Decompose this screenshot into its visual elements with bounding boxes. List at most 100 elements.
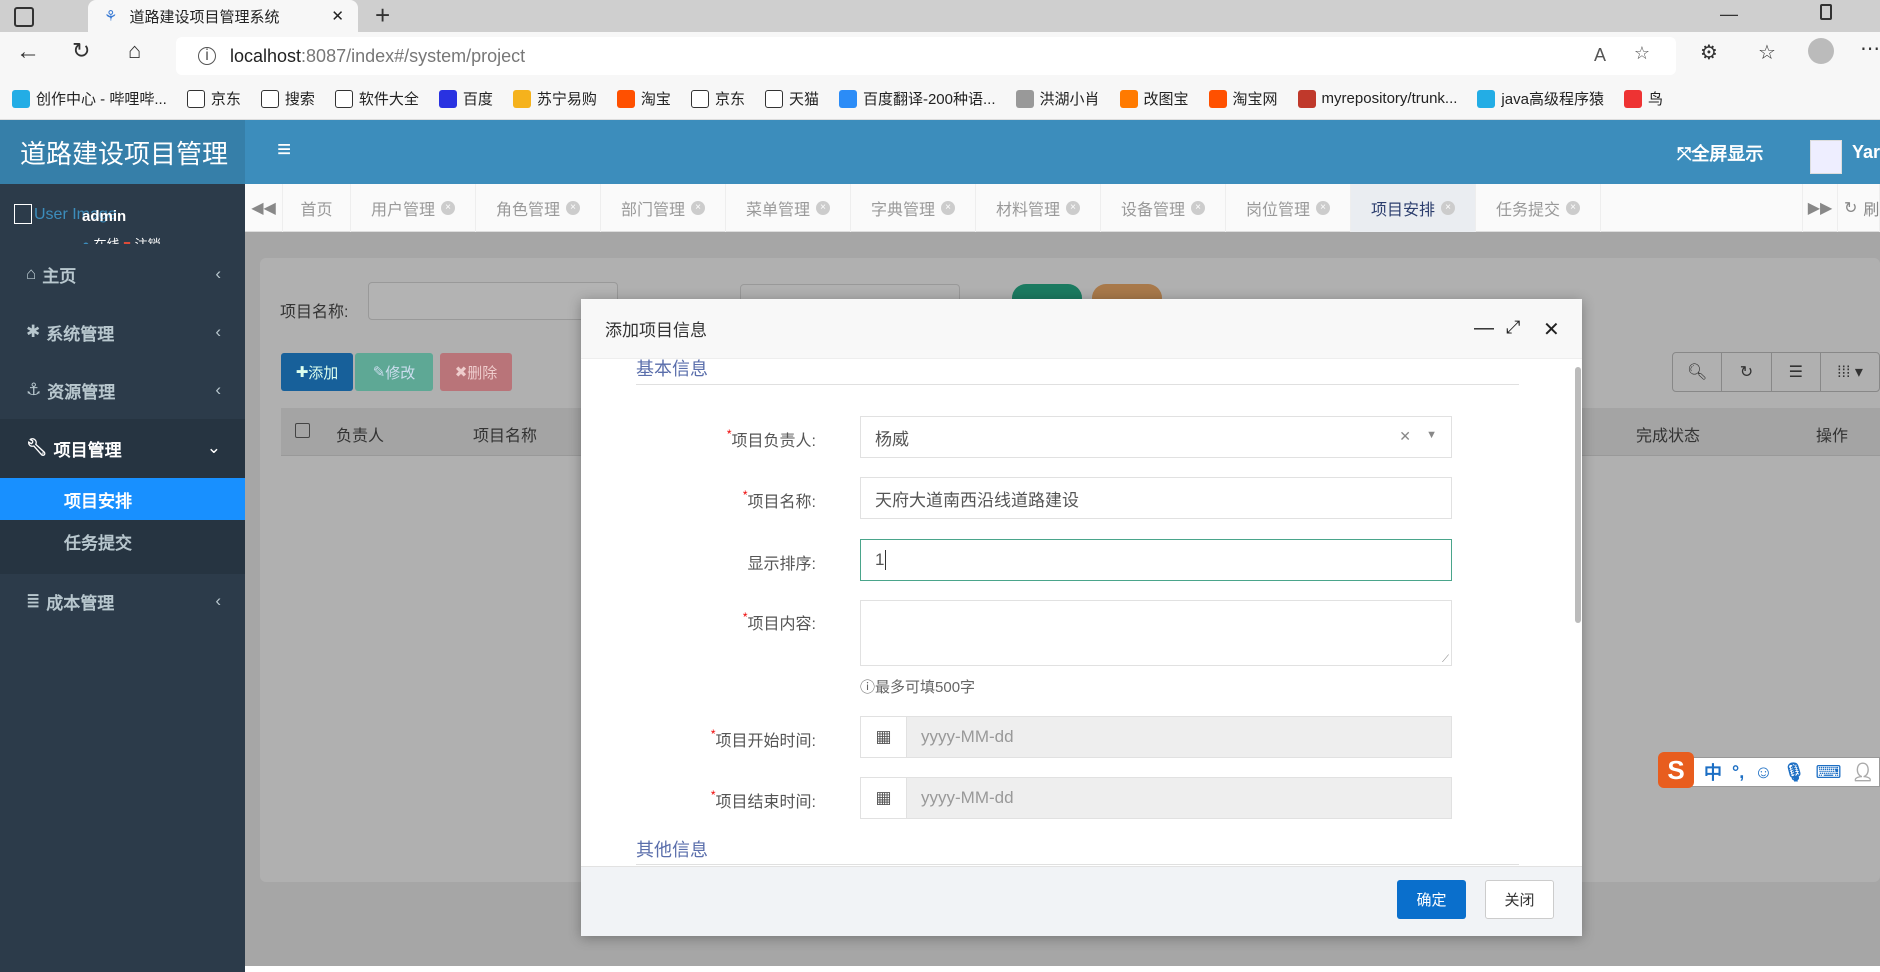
clear-icon[interactable]: ✕ xyxy=(1399,428,1411,445)
back-icon[interactable]: ← xyxy=(16,38,40,66)
info-icon[interactable]: i xyxy=(198,47,216,65)
content-textarea[interactable]: ⟋ xyxy=(860,600,1452,666)
sidebar-item-projects[interactable]: 🔧︎ 项目管理 ⌄ xyxy=(0,419,245,477)
tab-actions-icon[interactable] xyxy=(14,7,34,27)
extensions-icon[interactable]: ⚙ xyxy=(1700,40,1718,65)
browser-tab[interactable]: ⚘ 道路建设项目管理系统 ✕ xyxy=(88,0,358,32)
toggle-view-icon[interactable]: ☰ xyxy=(1772,353,1821,391)
bookmark-item[interactable]: 鸟 xyxy=(1623,88,1663,109)
page-tab[interactable]: 任务提交 × xyxy=(1476,184,1601,232)
tabs-prev-icon[interactable]: ◀◀ xyxy=(245,184,283,232)
app-logo[interactable]: 道路建设项目管理 xyxy=(0,120,245,184)
user-name-short[interactable]: Yar xyxy=(1852,142,1880,163)
bookmark-item[interactable]: 百度翻译-200种语... xyxy=(838,88,996,109)
bookmark-item[interactable]: 改图宝 xyxy=(1119,88,1189,109)
tabs-next-icon[interactable]: ▶▶ xyxy=(1802,184,1838,232)
page-tab[interactable]: 设备管理 × xyxy=(1101,184,1226,232)
delete-button[interactable]: ✖ 删除 xyxy=(440,353,512,391)
bookmark-item[interactable]: 京东 xyxy=(690,88,745,109)
restore-icon[interactable] xyxy=(1820,4,1832,20)
fullscreen-button[interactable]: ⤧全屏显示 xyxy=(1677,140,1763,166)
page-tab[interactable]: 岗位管理 × xyxy=(1226,184,1351,232)
close-tab-icon[interactable]: ✕ xyxy=(331,7,344,25)
columns-icon[interactable]: ⁞⁞⁞ ▾ xyxy=(1821,353,1879,391)
emoji-icon[interactable]: ☺ xyxy=(1754,762,1772,783)
bookmark-item[interactable]: 天猫 xyxy=(764,88,819,109)
bookmark-item[interactable]: myrepository/trunk... xyxy=(1297,89,1457,108)
name-input[interactable]: 天府大道南西沿线道路建设 xyxy=(860,477,1452,519)
confirm-button[interactable]: 确定 xyxy=(1397,880,1466,919)
sidebar-subitem-task-submit[interactable]: 任务提交 xyxy=(0,520,245,562)
page-tab[interactable]: 字典管理 × xyxy=(851,184,976,232)
read-aloud-icon[interactable]: A xyxy=(1594,45,1606,66)
refresh-icon[interactable]: ↻ xyxy=(1722,353,1772,391)
bookmark-item[interactable]: 淘宝网 xyxy=(1208,88,1278,109)
close-tab-icon[interactable]: × xyxy=(1316,201,1330,215)
page-tab[interactable]: 项目安排 × xyxy=(1351,184,1476,232)
column-header[interactable]: 操作 xyxy=(1816,422,1848,446)
calendar-icon[interactable]: ▦ xyxy=(861,717,907,757)
add-button[interactable]: ✚ 添加 xyxy=(281,353,353,391)
home-icon[interactable]: ⌂ xyxy=(128,38,141,64)
minimize-icon[interactable]: — xyxy=(1474,317,1494,340)
start-date-input[interactable]: ▦ yyyy-MM-dd xyxy=(860,716,1452,758)
bookmark-item[interactable]: 百度 xyxy=(438,88,493,109)
reload-icon[interactable]: ↻ xyxy=(72,38,90,64)
bookmark-item[interactable]: java高级程序猿 xyxy=(1477,88,1604,109)
sidebar-toggle-icon[interactable]: ≡ xyxy=(277,136,291,164)
column-header[interactable]: 完成状态 xyxy=(1636,422,1700,446)
close-tab-icon[interactable]: × xyxy=(566,201,580,215)
sidebar-item-cost[interactable]: ≣ 成本管理 ‹ xyxy=(0,572,245,630)
page-tab[interactable]: 材料管理 × xyxy=(976,184,1101,232)
sidebar-item-home[interactable]: ⌂ 主页 ‹ xyxy=(0,245,245,303)
logout-link[interactable]: 注销 xyxy=(135,237,161,244)
bookmark-item[interactable]: 创作中心 - 哔哩哔... xyxy=(12,88,167,109)
close-tab-icon[interactable]: × xyxy=(1566,201,1580,215)
edit-button[interactable]: ✎ 修改 xyxy=(355,353,433,391)
profile-avatar[interactable] xyxy=(1808,38,1834,64)
search-icon[interactable]: 🔍︎ xyxy=(1673,353,1723,391)
minimize-icon[interactable]: — xyxy=(1720,4,1738,25)
ime-language[interactable]: 中 xyxy=(1704,759,1722,785)
leader-select[interactable]: 杨威 ✕ ▼ xyxy=(860,416,1452,458)
address-bar[interactable]: i localhost:8087/index#/system/project A… xyxy=(176,37,1676,75)
calendar-icon[interactable]: ▦ xyxy=(861,778,907,818)
bookmark-item[interactable]: 搜索 xyxy=(260,88,315,109)
chevron-down-icon[interactable]: ▼ xyxy=(1426,429,1437,441)
sidebar-item-system[interactable]: ✱ 系统管理 ‹ xyxy=(0,303,245,361)
add-favorite-icon[interactable]: ☆ xyxy=(1634,43,1650,64)
close-tab-icon[interactable]: × xyxy=(816,201,830,215)
bookmark-item[interactable]: 洪湖小肖 xyxy=(1015,88,1100,109)
page-tab[interactable]: 用户管理 × xyxy=(351,184,476,232)
close-button[interactable]: 关闭 xyxy=(1485,880,1554,919)
user-avatar[interactable] xyxy=(1810,140,1842,174)
bookmark-item[interactable]: 苏宁易购 xyxy=(512,88,597,109)
user-icon[interactable]: 👤︎ xyxy=(1851,762,1874,783)
end-date-input[interactable]: ▦ yyyy-MM-dd xyxy=(860,777,1452,819)
column-header[interactable]: 负责人 xyxy=(336,422,384,446)
bookmark-item[interactable]: 淘宝 xyxy=(616,88,671,109)
close-tab-icon[interactable]: × xyxy=(691,201,705,215)
bookmark-item[interactable]: 软件大全 xyxy=(334,88,419,109)
refresh-tab-button[interactable]: ↻ 刷 xyxy=(1838,184,1880,232)
maximize-icon[interactable]: ⤢ xyxy=(1506,317,1520,338)
order-input[interactable]: 1 xyxy=(860,539,1452,581)
close-icon[interactable]: ✕ xyxy=(1543,317,1560,342)
close-tab-icon[interactable]: × xyxy=(1441,201,1455,215)
new-tab-icon[interactable]: + xyxy=(375,0,390,31)
sidebar-item-resources[interactable]: ⚓ 资源管理 ‹ xyxy=(0,361,245,419)
favorites-icon[interactable]: ☆ xyxy=(1758,40,1776,65)
page-tab[interactable]: 角色管理 × xyxy=(476,184,601,232)
close-tab-icon[interactable]: × xyxy=(1191,201,1205,215)
close-tab-icon[interactable]: × xyxy=(1066,201,1080,215)
microphone-icon[interactable]: 🎙︎ xyxy=(1783,762,1806,783)
page-tab[interactable]: 首页 xyxy=(283,184,351,232)
keyboard-icon[interactable]: ⌨ xyxy=(1815,762,1841,783)
resize-handle-icon[interactable]: ⟋ xyxy=(1442,654,1449,665)
page-tab[interactable]: 菜单管理 × xyxy=(726,184,851,232)
close-tab-icon[interactable]: × xyxy=(441,201,455,215)
page-tab[interactable]: 部门管理 × xyxy=(601,184,726,232)
close-tab-icon[interactable]: × xyxy=(941,201,955,215)
ime-punctuation[interactable]: °, xyxy=(1732,762,1744,783)
sogou-logo-icon[interactable]: S xyxy=(1658,752,1694,788)
